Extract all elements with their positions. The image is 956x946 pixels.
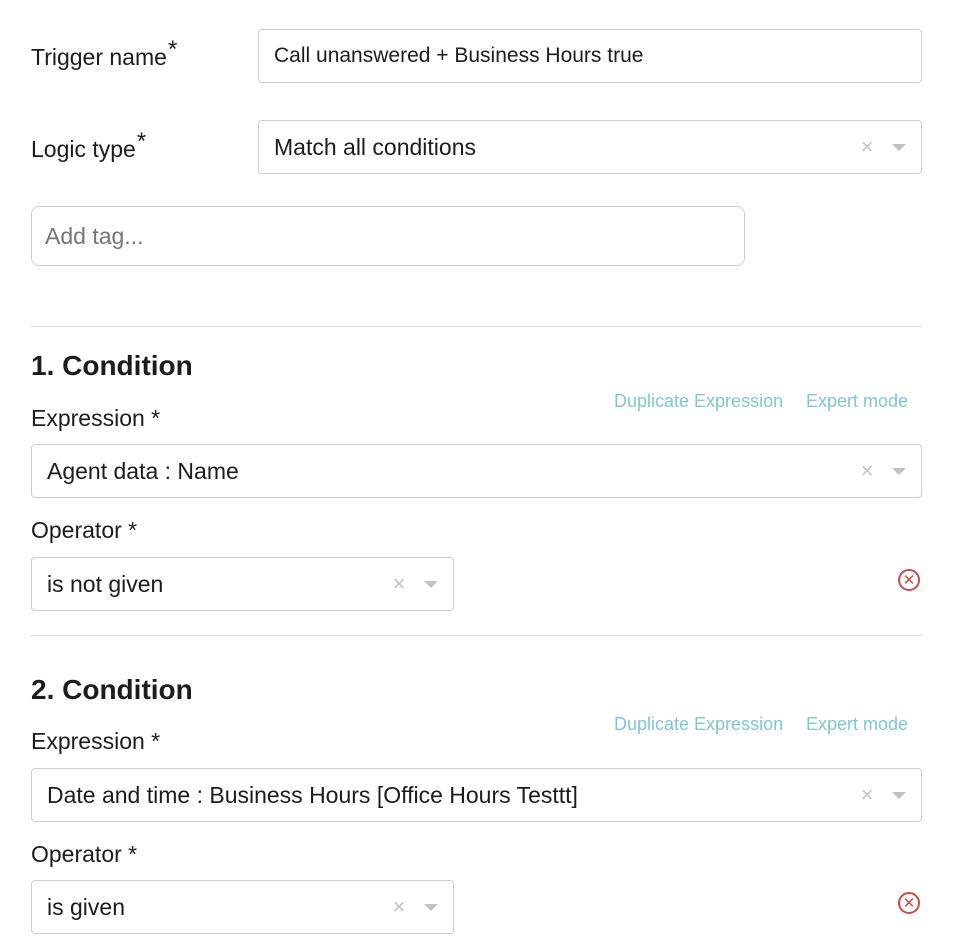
expert-mode-link[interactable]: Expert mode bbox=[806, 714, 908, 735]
expert-mode-link[interactable]: Expert mode bbox=[806, 391, 908, 412]
remove-glyph: ✕ bbox=[902, 572, 916, 589]
logic-type-value: Match all conditions bbox=[274, 133, 476, 160]
logic-type-select[interactable]: Match all conditions × bbox=[258, 120, 922, 174]
clear-icon[interactable]: × bbox=[388, 896, 410, 918]
add-tag-input[interactable] bbox=[31, 206, 745, 266]
clear-icon[interactable]: × bbox=[388, 573, 410, 595]
chevron-down-icon[interactable] bbox=[892, 143, 906, 151]
clear-icon[interactable]: × bbox=[856, 136, 878, 158]
chevron-down-icon[interactable] bbox=[892, 467, 906, 475]
operator-value: is not given bbox=[47, 570, 164, 597]
logic-type-text: Logic type bbox=[31, 136, 136, 162]
remove-glyph: ✕ bbox=[902, 895, 916, 912]
duplicate-expression-link[interactable]: Duplicate Expression bbox=[614, 714, 783, 735]
trigger-name-label: Trigger name* bbox=[31, 36, 177, 72]
operator-label: Operator * bbox=[31, 517, 138, 543]
chevron-down-icon[interactable] bbox=[424, 580, 438, 588]
chevron-down-icon[interactable] bbox=[892, 791, 906, 799]
clear-icon[interactable]: × bbox=[856, 460, 878, 482]
operator-select[interactable]: is given × bbox=[31, 880, 454, 934]
required-mark: * bbox=[167, 36, 178, 63]
chevron-down-icon[interactable] bbox=[424, 903, 438, 911]
remove-condition-icon[interactable]: ✕ bbox=[898, 892, 920, 914]
operator-select[interactable]: is not given × bbox=[31, 557, 454, 611]
expression-select[interactable]: Date and time : Business Hours [Office H… bbox=[31, 768, 922, 822]
trigger-name-value: Call unanswered + Business Hours true bbox=[274, 44, 644, 67]
remove-condition-icon[interactable]: ✕ bbox=[898, 569, 920, 591]
expression-value: Date and time : Business Hours [Office H… bbox=[47, 781, 578, 808]
logic-type-label: Logic type* bbox=[31, 128, 146, 164]
expression-value: Agent data : Name bbox=[47, 457, 239, 484]
expression-label: Expression * bbox=[31, 405, 161, 431]
condition-title: 2. Condition bbox=[31, 674, 193, 705]
expression-select[interactable]: Agent data : Name × bbox=[31, 444, 922, 498]
expression-label: Expression * bbox=[31, 728, 161, 754]
duplicate-expression-link[interactable]: Duplicate Expression bbox=[614, 391, 783, 412]
trigger-name-text: Trigger name bbox=[31, 44, 167, 70]
divider bbox=[31, 635, 922, 636]
required-mark: * bbox=[136, 128, 147, 155]
trigger-name-input[interactable]: Call unanswered + Business Hours true bbox=[258, 29, 922, 83]
operator-value: is given bbox=[47, 893, 125, 920]
divider bbox=[31, 326, 922, 327]
clear-icon[interactable]: × bbox=[856, 784, 878, 806]
operator-label: Operator * bbox=[31, 841, 138, 867]
condition-title: 1. Condition bbox=[31, 350, 193, 381]
